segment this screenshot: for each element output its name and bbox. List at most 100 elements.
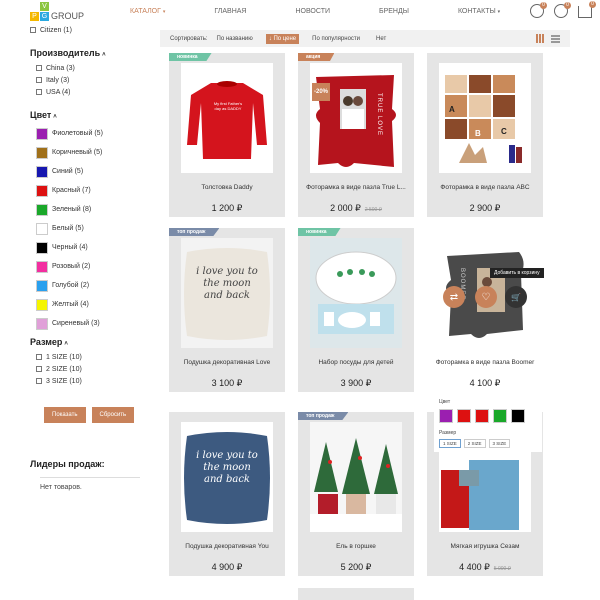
- product-card[interactable]: акция -20% TRUE LOVE Фоторамка в виде па…: [298, 53, 414, 217]
- color-filter-option[interactable]: Голубой (2): [36, 276, 140, 295]
- color-swatch[interactable]: [36, 203, 48, 216]
- filter-option[interactable]: 1 SIZE (10): [36, 351, 140, 363]
- filter-title-color[interactable]: Цвет ˄: [30, 110, 140, 124]
- color-option[interactable]: [457, 409, 471, 423]
- product-image[interactable]: i love you to the moon and back: [181, 422, 273, 532]
- product-name[interactable]: Мягкая игрушка Сезам: [427, 543, 543, 550]
- color-filter-option[interactable]: Фиолетовый (5): [36, 124, 140, 143]
- product-image[interactable]: A B C: [439, 63, 531, 173]
- color-filter-option[interactable]: Желтый (4): [36, 295, 140, 314]
- product-name[interactable]: Подушка декоративная You: [169, 543, 285, 550]
- filter-option[interactable]: 3 SIZE (10): [36, 375, 140, 387]
- product-name[interactable]: Фоторамка в виде пазла True L...: [298, 184, 414, 191]
- color-swatch[interactable]: [36, 184, 48, 197]
- product-name[interactable]: Фоторамка в виде пазла ABC: [427, 184, 543, 191]
- color-swatch[interactable]: [36, 222, 48, 235]
- color-filter-label: Коричневый (5): [52, 149, 103, 156]
- product-image[interactable]: My first Father's day as DADDY: [181, 63, 273, 173]
- checkbox[interactable]: [36, 65, 42, 71]
- checkbox[interactable]: [30, 27, 36, 33]
- color-filter-option[interactable]: Красный (7): [36, 181, 140, 200]
- color-swatch[interactable]: [36, 298, 48, 311]
- color-filter-option[interactable]: Черный (4): [36, 238, 140, 257]
- checkbox[interactable]: [36, 89, 42, 95]
- checkbox[interactable]: [36, 77, 42, 83]
- color-swatch[interactable]: [36, 279, 48, 292]
- product-name[interactable]: Подушка декоративная Love: [169, 359, 285, 366]
- color-filter-label: Сиреневый (3): [52, 320, 100, 327]
- color-filter-option[interactable]: Розовый (2): [36, 257, 140, 276]
- product-card[interactable]: [298, 588, 414, 600]
- filter-title-manufacturer[interactable]: Производитель ˄: [30, 48, 140, 62]
- chevron-up-icon: ˄: [102, 52, 106, 58]
- nav-brands[interactable]: Бренды: [379, 8, 409, 15]
- product-name[interactable]: Ель в горшке: [298, 543, 414, 550]
- color-filter-label: Фиолетовый (5): [52, 130, 103, 137]
- list-view-icon[interactable]: [551, 34, 560, 43]
- cart-icon[interactable]: 0: [578, 1, 596, 18]
- sort-by-price[interactable]: ↓ По цене: [265, 33, 300, 44]
- sort-by-popularity[interactable]: По популярности: [309, 34, 363, 44]
- product-image[interactable]: -20% TRUE LOVE: [310, 63, 402, 173]
- product-image[interactable]: [310, 238, 402, 348]
- logo[interactable]: V Р G GROUP: [30, 2, 84, 21]
- compare-button[interactable]: ⇄: [443, 286, 465, 308]
- color-filter-option[interactable]: Сиреневый (3): [36, 314, 140, 333]
- color-swatch[interactable]: [36, 165, 48, 178]
- size-option[interactable]: 1 SIZE: [439, 439, 461, 448]
- color-filter-option[interactable]: Коричневый (5): [36, 143, 140, 162]
- color-filter-option[interactable]: Зеленый (8): [36, 200, 140, 219]
- reset-button[interactable]: Сбросить: [91, 407, 135, 423]
- product-card[interactable]: i love you to the moon and back Подушка …: [169, 412, 285, 576]
- checkbox[interactable]: [36, 366, 42, 372]
- color-swatch[interactable]: [36, 317, 48, 330]
- grid-view-icon[interactable]: [536, 34, 545, 43]
- product-price: 1 200 ₽: [211, 203, 243, 213]
- color-filter-option[interactable]: Синий (5): [36, 162, 140, 181]
- color-filter-option[interactable]: Белый (5): [36, 219, 140, 238]
- product-name[interactable]: Толстовка Daddy: [169, 184, 285, 191]
- add-to-cart-button[interactable]: 🛒: [505, 286, 527, 308]
- product-image[interactable]: [310, 422, 402, 532]
- color-option[interactable]: [511, 409, 525, 423]
- color-swatch[interactable]: [36, 260, 48, 273]
- color-swatch[interactable]: [36, 127, 48, 140]
- filter-option[interactable]: China (3): [36, 62, 140, 74]
- checkbox[interactable]: [36, 354, 42, 360]
- product-price: 4 400 ₽5 000 ₽: [459, 562, 511, 572]
- filter-option[interactable]: Citizen (1): [30, 24, 140, 36]
- filter-option[interactable]: USA (4): [36, 86, 140, 98]
- product-card[interactable]: топ продаж i love you to the moon and ba…: [169, 228, 285, 392]
- nav-contacts[interactable]: Контакты ▾: [458, 8, 500, 15]
- filter-option[interactable]: Italy (3): [36, 74, 140, 86]
- compare-icon[interactable]: 0: [530, 2, 547, 18]
- color-option[interactable]: [439, 409, 453, 423]
- nav-catalog[interactable]: Каталог ▾: [130, 8, 165, 15]
- heart-icon[interactable]: 0: [554, 2, 571, 18]
- filter-title-size[interactable]: Размер ˄: [30, 337, 140, 351]
- color-option[interactable]: [493, 409, 507, 423]
- product-card[interactable]: BOOMER Фоторамка в виде пазла Boomer 4 1…: [427, 228, 543, 392]
- sort-by-name[interactable]: По названию: [214, 34, 256, 44]
- product-card[interactable]: топ продаж Ель в горшке 5 200 ₽: [298, 412, 414, 576]
- nav-home[interactable]: Главная: [214, 8, 246, 15]
- color-option[interactable]: [475, 409, 489, 423]
- favorite-button[interactable]: ♡: [475, 286, 497, 308]
- filter-option[interactable]: 2 SIZE (10): [36, 363, 140, 375]
- nav-news[interactable]: Новости: [295, 8, 330, 15]
- size-option[interactable]: 3 SIZE: [488, 439, 511, 448]
- product-image[interactable]: i love you to the moon and back: [181, 238, 273, 348]
- product-name[interactable]: Набор посуды для детей: [298, 359, 414, 366]
- product-card[interactable]: новинка Набор посуды для детей 3 900 ₽: [298, 228, 414, 392]
- sort-none[interactable]: Нет: [373, 34, 389, 44]
- checkbox[interactable]: [36, 378, 42, 384]
- product-price: 4 100 ₽: [469, 378, 501, 388]
- product-card[interactable]: A B C Фоторамка в виде пазла ABC 2 900 ₽: [427, 53, 543, 217]
- size-option[interactable]: 2 SIZE: [463, 439, 486, 448]
- color-filter-label: Желтый (4): [52, 301, 89, 308]
- color-swatch[interactable]: [36, 241, 48, 254]
- color-swatch[interactable]: [36, 146, 48, 159]
- product-name[interactable]: Фоторамка в виде пазла Boomer: [427, 359, 543, 366]
- product-card[interactable]: новинка My first Father's day as DADDY Т…: [169, 53, 285, 217]
- show-button[interactable]: Показать: [44, 407, 86, 423]
